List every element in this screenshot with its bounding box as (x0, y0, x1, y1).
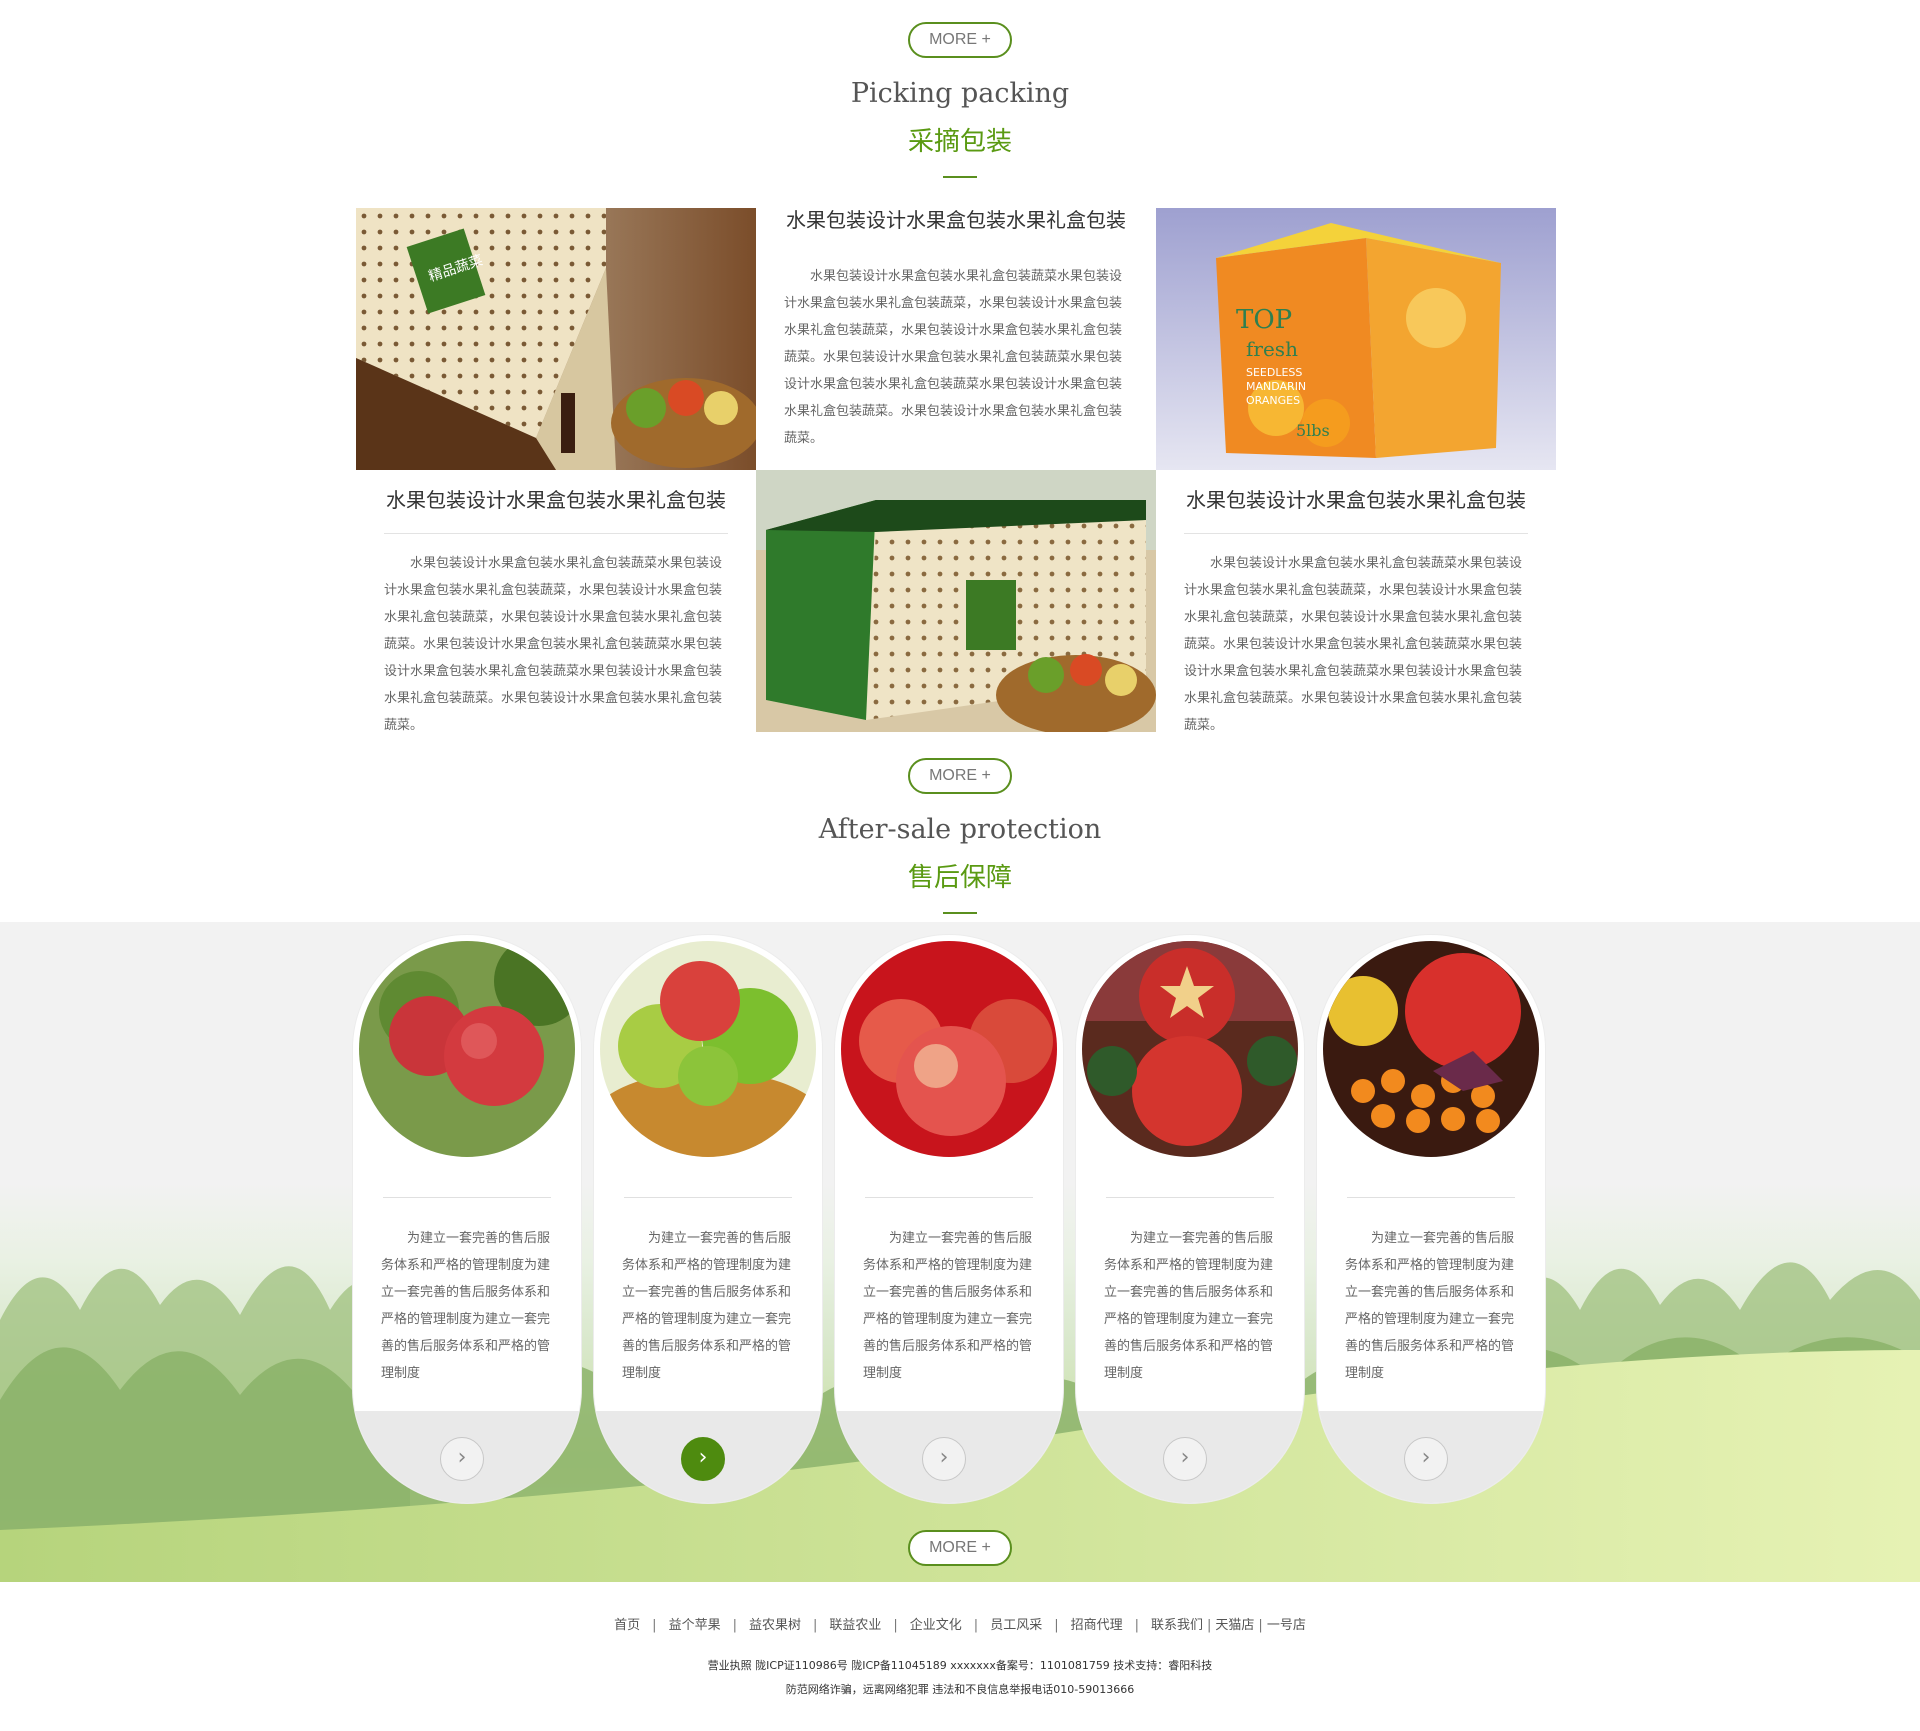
separator: | (893, 1618, 898, 1633)
orange-box-label-seedless: SEEDLESS (1246, 366, 1302, 379)
separator: | (973, 1618, 979, 1633)
more-button-aftersale[interactable]: MORE + (908, 1530, 1012, 1566)
packaging-divider (1184, 533, 1528, 534)
packaging-title[interactable]: 水果包装设计水果盒包装水果礼盒包装 (356, 484, 756, 513)
footer-link-contact[interactable]: 联系我们 (1151, 1618, 1203, 1633)
orange-box-label-mandarin: MANDARIN (1246, 380, 1306, 393)
apple-image-2 (600, 941, 816, 1157)
card-description: 为建立一套完善的售后服务体系和严格的管理制度为建立一套完善的售后服务体系和严格的… (622, 1231, 792, 1381)
card-footer: › (1317, 1411, 1545, 1503)
card-description: 为建立一套完善的售后服务体系和严格的管理制度为建立一套完善的售后服务体系和严格的… (1104, 1231, 1274, 1381)
footer-license-info: 营业执照 陇ICP证110986号 陇ICP备11045189 xxxxxxx备… (707, 1659, 1213, 1672)
footer-link-tmall[interactable]: 天猫店 (1215, 1618, 1254, 1633)
apple-image-1 (359, 941, 575, 1157)
chevron-right-icon[interactable]: › (1163, 1437, 1207, 1481)
card-description: 为建立一套完善的售后服务体系和严格的管理制度为建立一套完善的售后服务体系和严格的… (1345, 1231, 1515, 1381)
card-divider (865, 1197, 1033, 1198)
footer-link-home[interactable]: 首页 (614, 1618, 640, 1633)
aftersale-card-1: 为建立一套完善的售后服务体系和严格的管理制度为建立一套完善的售后服务体系和严格的… (353, 935, 581, 1503)
orange-box-label-oranges: ORANGES (1246, 394, 1300, 407)
apple-image-4 (1082, 941, 1298, 1157)
packaging-description: 水果包装设计水果盒包装水果礼盒包装蔬菜水果包装设计水果盒包装水果礼盒包装蔬菜，水… (384, 556, 723, 733)
packaging-image-orange-box[interactable]: TOP fresh SEEDLESS MANDARIN ORANGES 5lbs (1156, 208, 1556, 470)
card-description: 为建立一套完善的售后服务体系和严格的管理制度为建立一套完善的售后服务体系和严格的… (381, 1231, 551, 1381)
chevron-right-icon[interactable]: › (922, 1437, 966, 1481)
footer-link-yhd[interactable]: 一号店 (1267, 1618, 1306, 1633)
orange-box-label-weight: 5lbs (1296, 421, 1330, 440)
aftersale-card-4: 为建立一套完善的售后服务体系和严格的管理制度为建立一套完善的售后服务体系和严格的… (1076, 935, 1304, 1503)
card-footer: › (594, 1411, 822, 1503)
chevron-right-icon[interactable]: › (440, 1437, 484, 1481)
card-divider (383, 1197, 551, 1198)
separator: | (812, 1618, 818, 1633)
footer-nav: 首页 | 益个苹果 | 益农果树 | 联益农业 | 企业文化 | 员工风采 | 招商代理 | 联系我们 | 天猫… (0, 1614, 1920, 1633)
section-title-en-aftersale: After-sale protection (818, 814, 1102, 845)
aftersale-card-3: 为建立一套完善的售后服务体系和严格的管理制度为建立一套完善的售后服务体系和严格的… (835, 935, 1063, 1503)
apple-image-3 (841, 941, 1057, 1157)
orange-box-label-fresh: fresh (1246, 337, 1298, 361)
packaging-image-green-box-1[interactable]: 精品蔬菜 (356, 208, 756, 470)
footer-link-fruit-trees[interactable]: 益农果树 (749, 1618, 801, 1633)
section-underline (943, 176, 977, 178)
packaging-description: 水果包装设计水果盒包装水果礼盒包装蔬菜水果包装设计水果盒包装水果礼盒包装蔬菜，水… (1184, 556, 1523, 733)
packaging-divider (384, 533, 728, 534)
footer-link-agency[interactable]: 招商代理 (1071, 1618, 1123, 1633)
packaging-description: 水果包装设计水果盒包装水果礼盒包装蔬菜水果包装设计水果盒包装水果礼盒包装蔬菜，水… (784, 269, 1123, 446)
section-title-cn-aftersale: 售后保障 (907, 863, 1012, 893)
card-footer: › (1076, 1411, 1304, 1503)
chevron-right-icon[interactable]: › (1404, 1437, 1448, 1481)
footer-link-culture[interactable]: 企业文化 (910, 1618, 962, 1633)
section-title-cn-picking: 采摘包装 (907, 127, 1012, 157)
separator: | (1054, 1618, 1059, 1633)
aftersale-card-2: 为建立一套完善的售后服务体系和严格的管理制度为建立一套完善的售后服务体系和严格的… (594, 935, 822, 1503)
footer-link-apple[interactable]: 益个苹果 (669, 1618, 721, 1633)
packaging-title[interactable]: 水果包装设计水果盒包装水果礼盒包装 (756, 204, 1156, 233)
orange-box-label-top: TOP (1236, 305, 1292, 335)
chevron-right-icon[interactable]: › (681, 1437, 725, 1481)
separator: | (1207, 1618, 1212, 1633)
separator: | (732, 1618, 737, 1633)
card-footer: › (835, 1411, 1063, 1503)
aftersale-card-5: 为建立一套完善的售后服务体系和严格的管理制度为建立一套完善的售后服务体系和严格的… (1317, 935, 1545, 1503)
packaging-text-1: 水果包装设计水果盒包装水果礼盒包装 水果包装设计水果盒包装水果礼盒包装蔬菜水果包… (756, 204, 1156, 452)
packaging-text-2: 水果包装设计水果盒包装水果礼盒包装 水果包装设计水果盒包装水果礼盒包装蔬菜水果包… (356, 484, 756, 739)
footer-link-staff[interactable]: 员工风采 (990, 1618, 1042, 1633)
separator: | (1134, 1618, 1139, 1633)
more-button-picking[interactable]: MORE + (908, 758, 1012, 794)
footer-link-agriculture[interactable]: 联益农业 (829, 1618, 881, 1633)
separator: | (1258, 1618, 1263, 1633)
packaging-title[interactable]: 水果包装设计水果盒包装水果礼盒包装 (1156, 484, 1556, 513)
section-title-en-picking: Picking packing (850, 78, 1070, 109)
card-divider (624, 1197, 792, 1198)
apple-image-5 (1323, 941, 1539, 1157)
card-footer: › (353, 1411, 581, 1503)
more-button-top[interactable]: MORE + (908, 22, 1012, 58)
card-divider (1106, 1197, 1274, 1198)
section-underline (943, 912, 977, 914)
card-divider (1347, 1197, 1515, 1198)
card-description: 为建立一套完善的售后服务体系和严格的管理制度为建立一套完善的售后服务体系和严格的… (863, 1231, 1033, 1381)
packaging-text-3: 水果包装设计水果盒包装水果礼盒包装 水果包装设计水果盒包装水果礼盒包装蔬菜水果包… (1156, 484, 1556, 739)
packaging-image-green-box-2[interactable] (756, 470, 1156, 732)
footer-report-info: 防范网络诈骗，远离网络犯罪 违法和不良信息举报电话010-59013666 (785, 1683, 1135, 1696)
separator: | (652, 1618, 657, 1633)
